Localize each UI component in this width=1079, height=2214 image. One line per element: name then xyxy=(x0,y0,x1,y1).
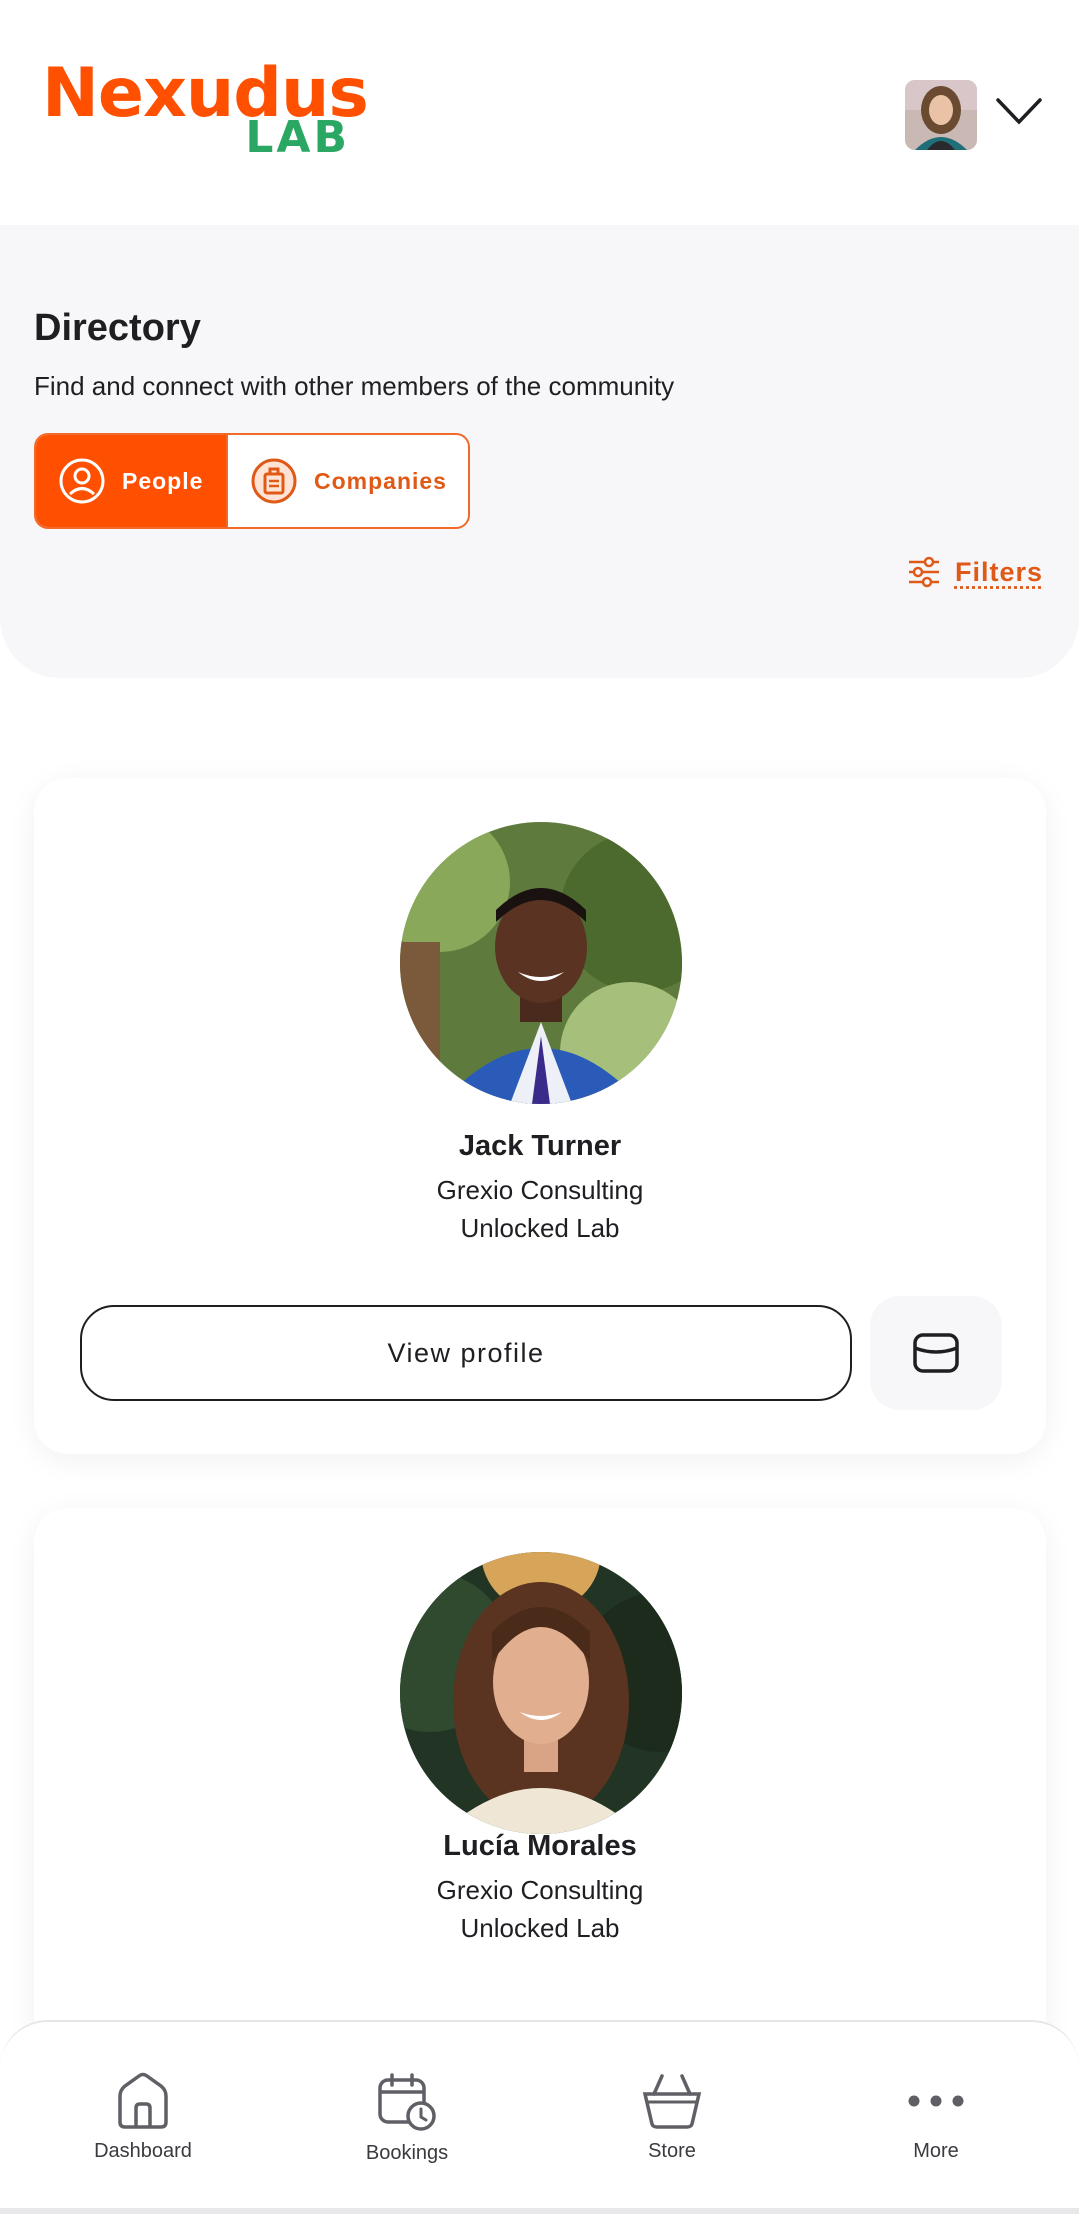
member-photo[interactable] xyxy=(400,822,682,1104)
filters-button[interactable]: Filters xyxy=(907,555,1043,589)
calendar-clock-icon xyxy=(378,2073,436,2131)
user-avatar[interactable] xyxy=(905,80,977,150)
member-name[interactable]: Lucía Morales xyxy=(34,1830,1046,1863)
person-circle-icon xyxy=(59,458,105,504)
home-icon xyxy=(118,2072,168,2129)
nav-more[interactable]: More xyxy=(836,2072,1036,2163)
tab-people-label: People xyxy=(122,467,204,494)
member-company: Grexio Consulting xyxy=(436,1175,644,1205)
member-name[interactable]: Jack Turner xyxy=(34,1130,1046,1163)
tab-people[interactable]: People xyxy=(36,435,226,527)
basket-icon xyxy=(642,2074,702,2129)
filters-label: Filters xyxy=(954,556,1043,587)
envelope-icon xyxy=(913,1333,959,1373)
page-subtitle: Find and connect with other members of t… xyxy=(34,371,675,401)
sliders-icon xyxy=(908,556,939,588)
nav-store-label: Store xyxy=(648,2140,696,2162)
nav-dashboard[interactable]: Dashboard xyxy=(43,2072,243,2163)
more-dots-icon xyxy=(908,2095,964,2107)
tab-companies-label: Companies xyxy=(314,467,447,494)
nav-bookings[interactable]: Bookings xyxy=(307,2072,507,2165)
member-card: Jack Turner Grexio Consulting Unlocked L… xyxy=(34,778,1046,1454)
message-button[interactable] xyxy=(870,1296,1002,1410)
directory-hero: Directory Find and connect with other me… xyxy=(0,225,1079,678)
nav-bookings-label: Bookings xyxy=(365,2142,449,2164)
app-header: Nexudus LAB xyxy=(0,0,1079,225)
nav-dashboard-label: Dashboard xyxy=(94,2140,192,2162)
nav-store[interactable]: Store xyxy=(572,2072,772,2163)
logo-sub: LAB xyxy=(245,112,350,163)
view-profile-button[interactable]: View profile xyxy=(80,1305,852,1401)
member-company: Grexio Consulting xyxy=(436,1875,644,1905)
building-circle-icon xyxy=(251,458,297,504)
nav-more-label: More xyxy=(913,2140,959,2162)
directory-page: Nexudus LAB Directory Find and connect w xyxy=(0,0,1079,2214)
home-indicator-bar xyxy=(0,2208,1079,2214)
bottom-nav: Dashboard Bookings Store More xyxy=(0,2020,1079,2214)
member-location: Unlocked Lab xyxy=(460,1913,620,1943)
chevron-down-icon[interactable] xyxy=(995,92,1043,132)
user-menu[interactable] xyxy=(905,80,1043,150)
member-location: Unlocked Lab xyxy=(460,1213,620,1243)
member-photo[interactable] xyxy=(400,1552,682,1834)
tab-companies[interactable]: Companies xyxy=(226,435,468,527)
nexudus-lab-logo[interactable]: Nexudus LAB xyxy=(42,58,369,163)
page-title: Directory xyxy=(34,307,201,349)
directory-tabs: People Companies xyxy=(34,433,470,529)
